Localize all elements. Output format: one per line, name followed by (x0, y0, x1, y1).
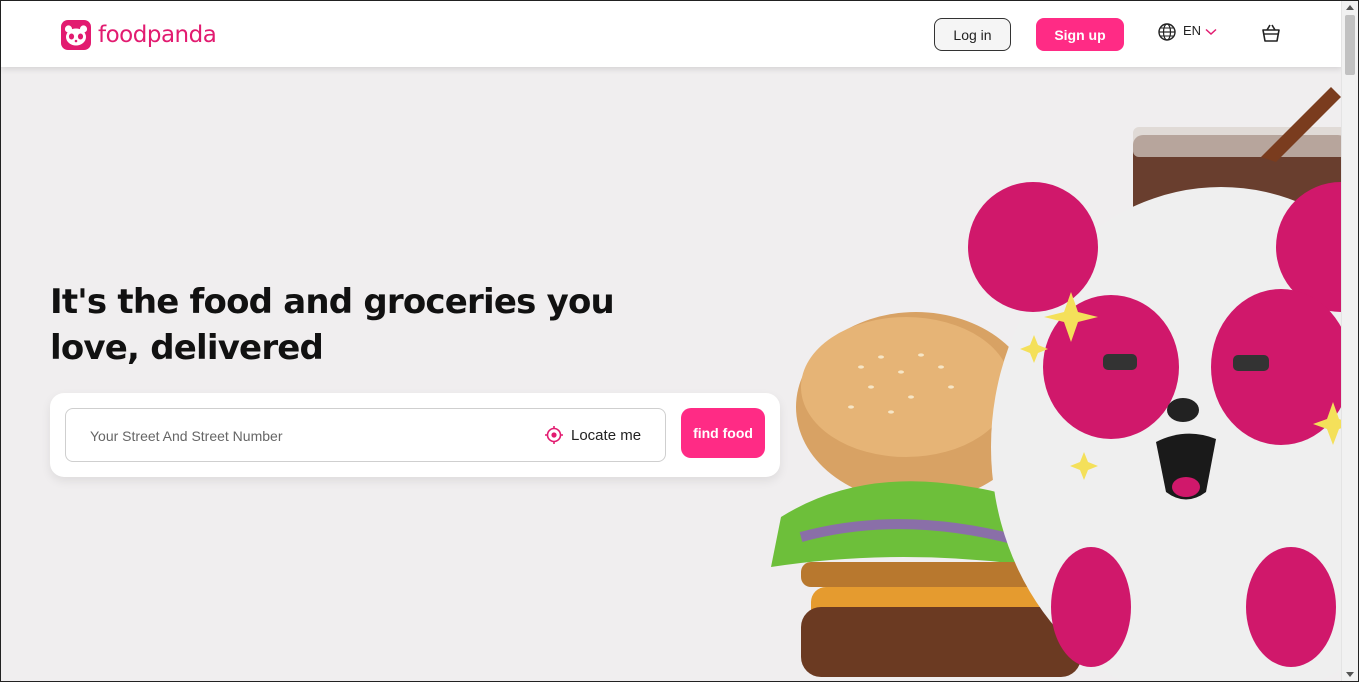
shopping-bag-icon (1262, 24, 1280, 42)
scroll-down-arrow-icon[interactable] (1346, 672, 1354, 677)
login-button[interactable]: Log in (934, 18, 1011, 51)
address-input[interactable] (90, 425, 520, 447)
logo[interactable]: foodpanda (61, 20, 217, 50)
chevron-down-icon (1205, 28, 1217, 36)
crosshair-icon (545, 426, 563, 444)
locate-me-button[interactable]: Locate me (544, 425, 641, 445)
language-code: EN (1183, 23, 1202, 38)
globe-icon (1158, 23, 1176, 41)
hero-headline: It's the food and groceries you love, de… (50, 282, 615, 368)
address-search-card: Locate me find food (50, 393, 780, 477)
signup-button[interactable]: Sign up (1036, 18, 1124, 51)
site-header: foodpanda Log in Sign up EN (1, 1, 1342, 67)
hero-panda-burger-image (771, 87, 1342, 681)
language-selector[interactable]: EN (1158, 23, 1217, 41)
address-field[interactable]: Locate me (65, 408, 666, 462)
foodpanda-logo-icon (61, 20, 91, 50)
scroll-thumb[interactable] (1345, 15, 1355, 75)
cart-button[interactable] (1261, 23, 1281, 48)
scroll-up-arrow-icon[interactable] (1346, 5, 1354, 10)
page-scrollbar[interactable] (1341, 1, 1358, 681)
locate-me-label: Locate me (571, 426, 642, 444)
logo-text: foodpanda (98, 22, 217, 48)
